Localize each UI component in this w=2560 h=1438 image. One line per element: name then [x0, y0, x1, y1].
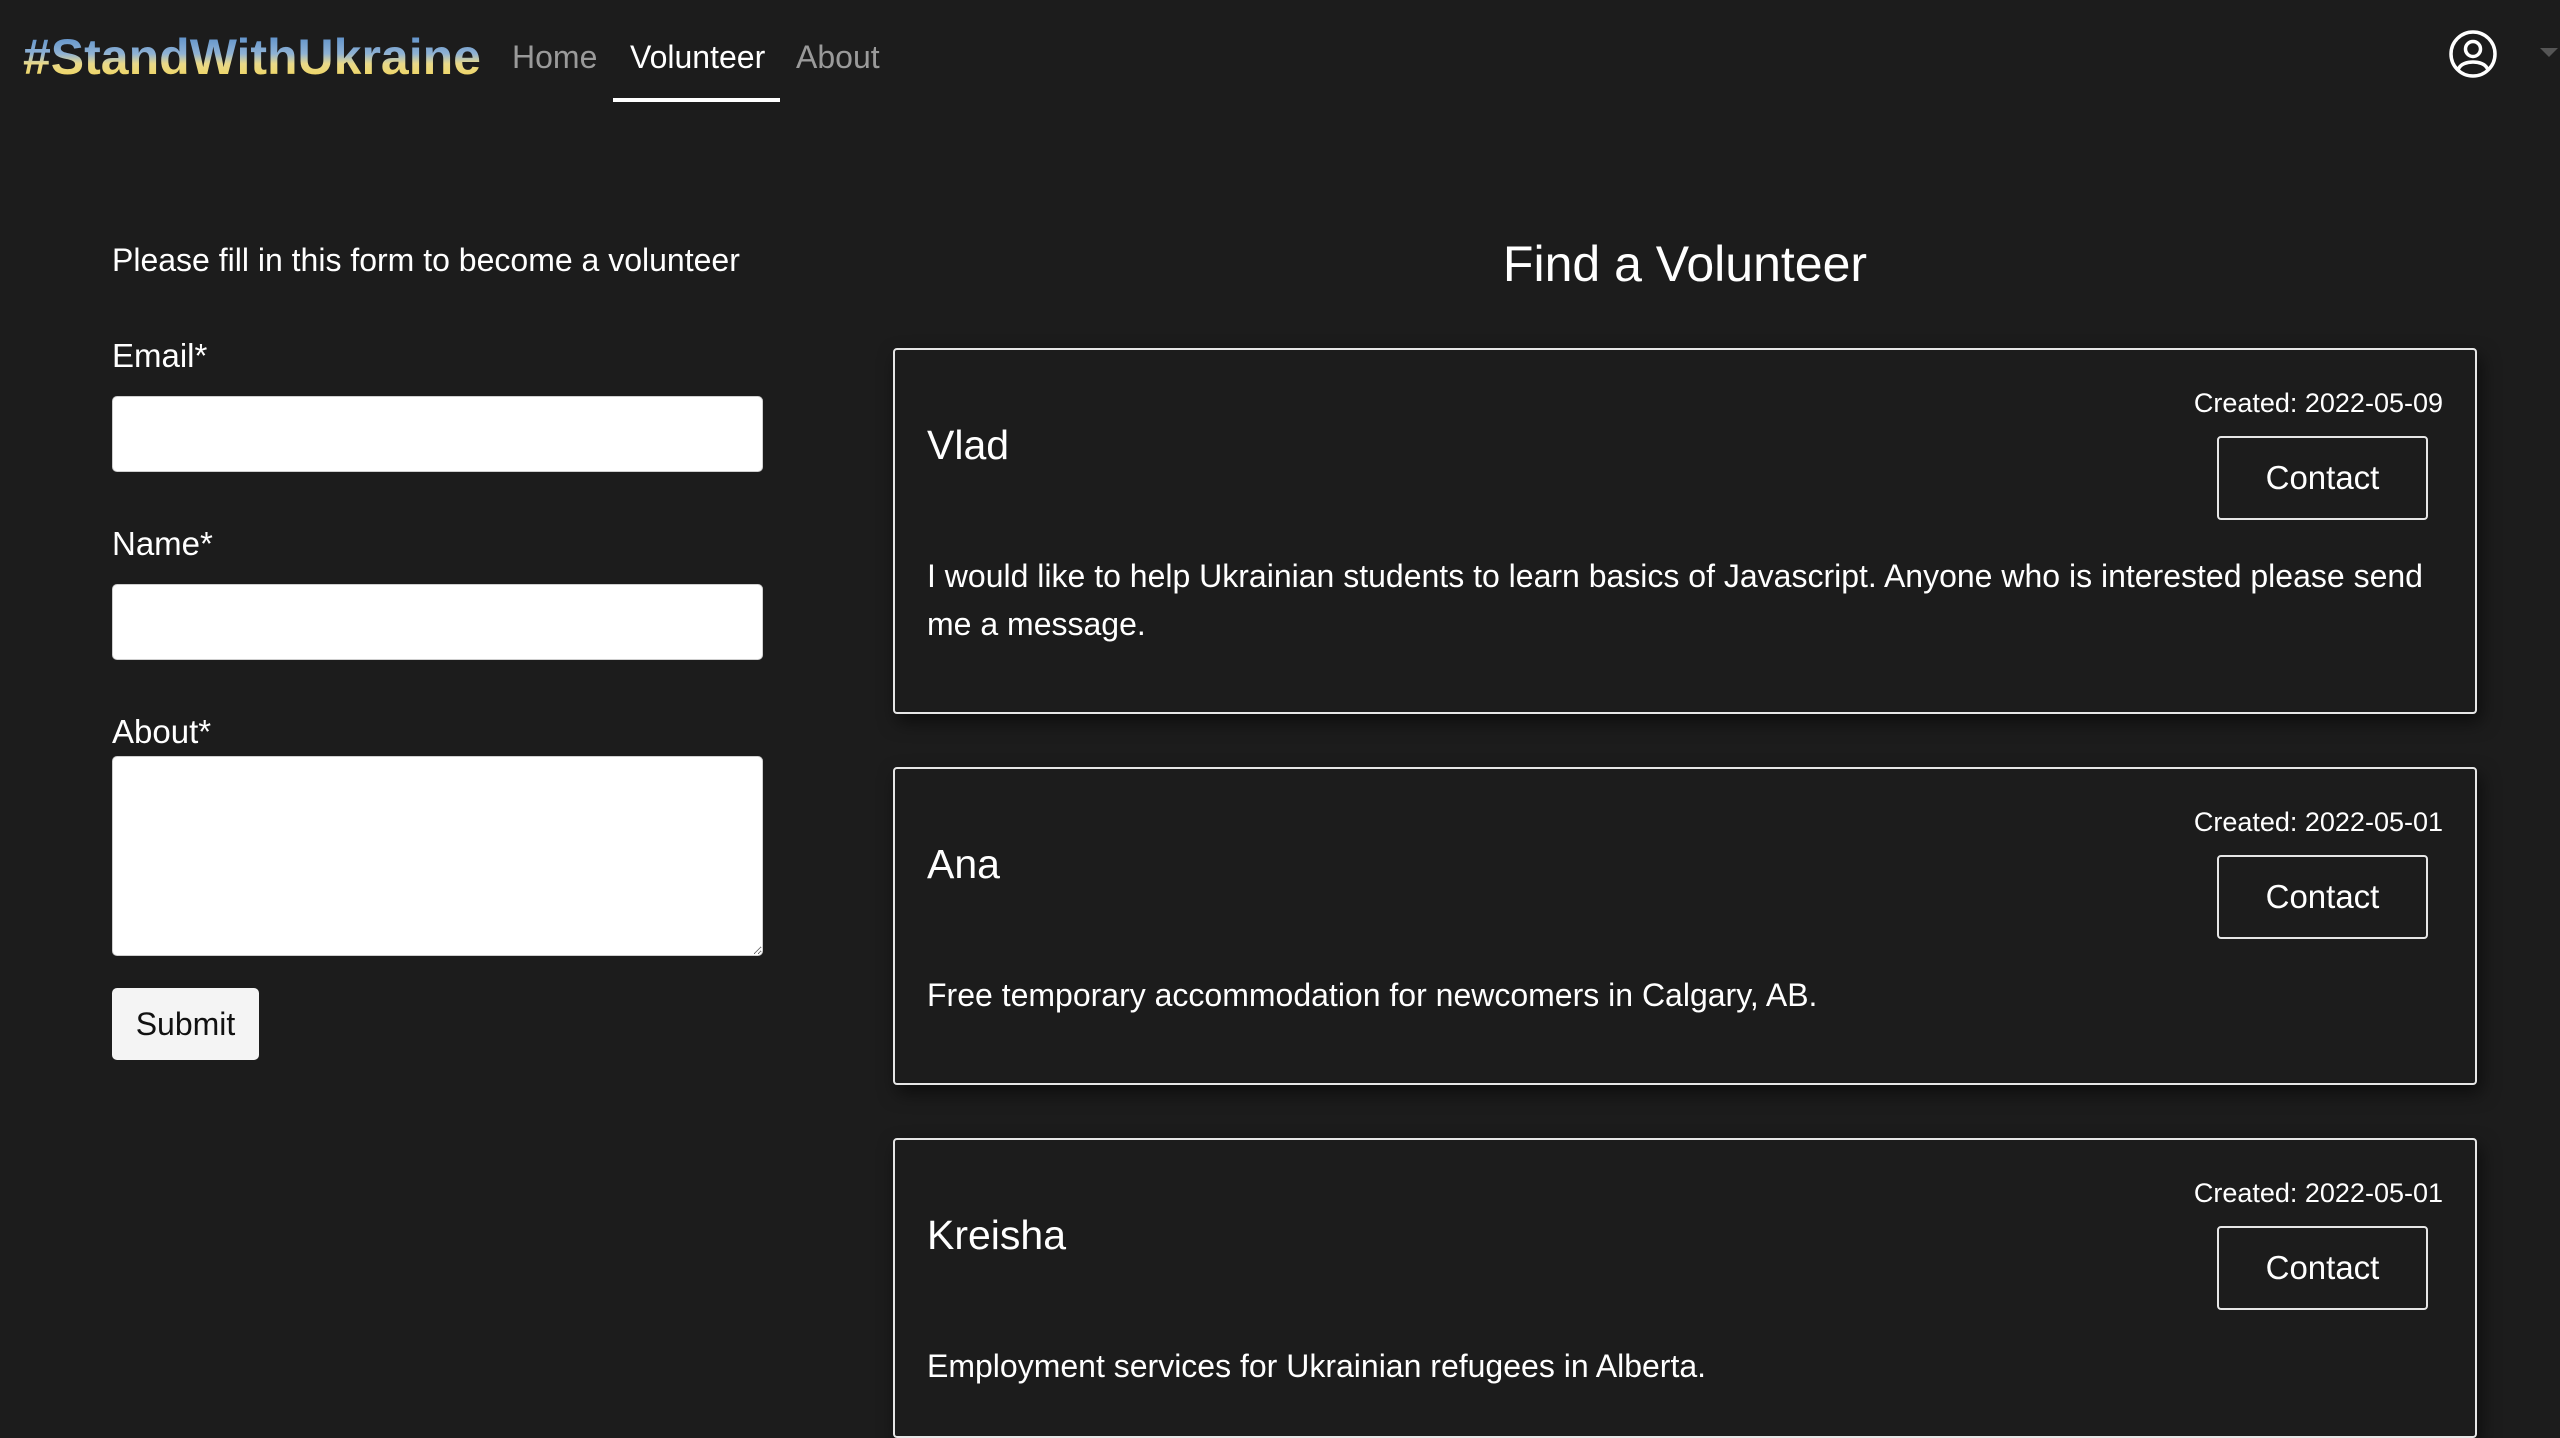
volunteer-description: Employment services for Ukrainian refuge… [927, 1348, 1707, 1384]
volunteer-card: Vlad Created: 2022-05-09 Contact I would… [893, 348, 2477, 714]
volunteer-description: I would like to help Ukrainian students … [927, 558, 2423, 642]
volunteer-name: Kreisha [927, 1212, 1067, 1258]
chevron-down-icon[interactable] [2540, 48, 2558, 57]
active-tab-indicator [613, 98, 780, 102]
contact-button[interactable]: Contact [2217, 436, 2428, 520]
name-label: Name* [112, 525, 213, 562]
volunteer-name: Vlad [927, 422, 1010, 468]
contact-button[interactable]: Contact [2217, 855, 2428, 939]
submit-button[interactable]: Submit [112, 988, 259, 1060]
volunteer-description: Free temporary accommodation for newcome… [927, 977, 1818, 1013]
nav-link-home[interactable]: Home [512, 34, 597, 80]
volunteer-name: Ana [927, 841, 1000, 887]
nav-link-volunteer[interactable]: Volunteer [630, 34, 765, 80]
created-date: Created: 2022-05-09 [2193, 388, 2443, 418]
about-textarea[interactable] [112, 756, 763, 956]
created-date: Created: 2022-05-01 [2193, 807, 2443, 837]
email-field[interactable] [112, 396, 763, 472]
top-navbar: #StandWithUkraine Home Volunteer About [0, 0, 2560, 110]
email-label: Email* [112, 337, 208, 374]
nav-link-about[interactable]: About [796, 34, 880, 80]
about-label: About* [112, 713, 212, 750]
page-title: Find a Volunteer [1502, 236, 1868, 292]
name-field[interactable] [112, 584, 763, 660]
user-circle-icon[interactable] [2448, 29, 2498, 79]
contact-button[interactable]: Contact [2217, 1226, 2428, 1310]
brand-logo[interactable]: #StandWithUkraine [23, 24, 481, 90]
created-date: Created: 2022-05-01 [2193, 1178, 2443, 1208]
volunteer-card: Ana Created: 2022-05-01 Contact Free tem… [893, 767, 2477, 1085]
volunteer-card: Kreisha Created: 2022-05-01 Contact Empl… [893, 1138, 2477, 1438]
form-intro-text: Please fill in this form to become a vol… [112, 242, 740, 278]
